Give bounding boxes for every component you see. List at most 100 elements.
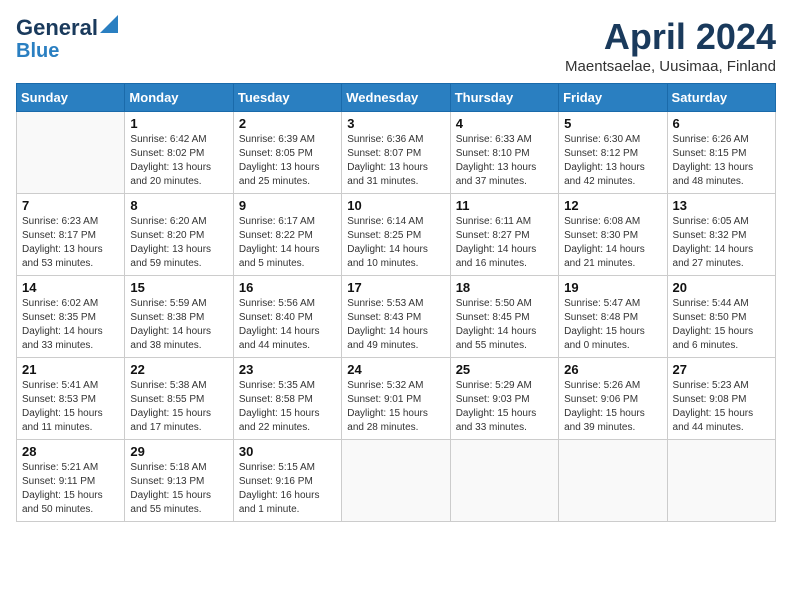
day-info: Sunrise: 6:39 AM Sunset: 8:05 PM Dayligh… [239, 133, 336, 189]
day-info: Sunrise: 6:20 AM Sunset: 8:20 PM Dayligh… [130, 215, 227, 271]
calendar-day-cell: 21 Sunrise: 5:41 AM Sunset: 8:53 PM Dayli… [17, 358, 125, 440]
day-number: 28 [22, 444, 119, 459]
calendar-day-cell: 20 Sunrise: 5:44 AM Sunset: 8:50 PM Dayli… [667, 276, 775, 358]
column-header-thursday: Thursday [450, 84, 558, 112]
calendar-day-cell: 4 Sunrise: 6:33 AM Sunset: 8:10 PM Daylig… [450, 112, 558, 194]
day-number: 29 [130, 444, 227, 459]
column-header-tuesday: Tuesday [233, 84, 341, 112]
calendar-week-row: 28 Sunrise: 5:21 AM Sunset: 9:11 PM Dayli… [17, 440, 776, 522]
day-number: 18 [456, 280, 553, 295]
month-title: April 2024 [565, 16, 776, 58]
day-number: 12 [564, 198, 661, 213]
calendar-day-cell [450, 440, 558, 522]
day-number: 6 [673, 116, 770, 131]
day-info: Sunrise: 5:41 AM Sunset: 8:53 PM Dayligh… [22, 379, 119, 435]
logo-text-blue: Blue [16, 40, 59, 62]
day-info: Sunrise: 5:26 AM Sunset: 9:06 PM Dayligh… [564, 379, 661, 435]
day-number: 21 [22, 362, 119, 377]
day-info: Sunrise: 6:05 AM Sunset: 8:32 PM Dayligh… [673, 215, 770, 271]
calendar-day-cell: 18 Sunrise: 5:50 AM Sunset: 8:45 PM Dayli… [450, 276, 558, 358]
calendar-day-cell: 22 Sunrise: 5:38 AM Sunset: 8:55 PM Dayli… [125, 358, 233, 440]
calendar-week-row: 7 Sunrise: 6:23 AM Sunset: 8:17 PM Daylig… [17, 194, 776, 276]
day-info: Sunrise: 6:30 AM Sunset: 8:12 PM Dayligh… [564, 133, 661, 189]
day-info: Sunrise: 5:29 AM Sunset: 9:03 PM Dayligh… [456, 379, 553, 435]
day-number: 22 [130, 362, 227, 377]
column-header-friday: Friday [559, 84, 667, 112]
day-info: Sunrise: 5:47 AM Sunset: 8:48 PM Dayligh… [564, 297, 661, 353]
calendar-day-cell [342, 440, 450, 522]
day-info: Sunrise: 5:59 AM Sunset: 8:38 PM Dayligh… [130, 297, 227, 353]
calendar-day-cell: 11 Sunrise: 6:11 AM Sunset: 8:27 PM Dayli… [450, 194, 558, 276]
calendar-day-cell: 27 Sunrise: 5:23 AM Sunset: 9:08 PM Dayli… [667, 358, 775, 440]
calendar-day-cell: 14 Sunrise: 6:02 AM Sunset: 8:35 PM Dayli… [17, 276, 125, 358]
calendar-day-cell: 12 Sunrise: 6:08 AM Sunset: 8:30 PM Dayli… [559, 194, 667, 276]
calendar-day-cell [559, 440, 667, 522]
calendar-day-cell: 25Sunrise: 5:29 AM Sunset: 9:03 PM Dayli… [450, 358, 558, 440]
day-info: Sunrise: 5:35 AM Sunset: 8:58 PM Dayligh… [239, 379, 336, 435]
logo: General Blue [16, 16, 118, 62]
calendar-day-cell [667, 440, 775, 522]
day-number: 14 [22, 280, 119, 295]
day-number: 16 [239, 280, 336, 295]
calendar-week-row: 14 Sunrise: 6:02 AM Sunset: 8:35 PM Dayli… [17, 276, 776, 358]
location: Maentsaelae, Uusimaa, Finland [565, 58, 776, 75]
logo-text-general: General [16, 16, 98, 40]
day-info: Sunrise: 5:23 AM Sunset: 9:08 PM Dayligh… [673, 379, 770, 435]
day-info: Sunrise: 6:02 AM Sunset: 8:35 PM Dayligh… [22, 297, 119, 353]
day-info: Sunrise: 5:44 AM Sunset: 8:50 PM Dayligh… [673, 297, 770, 353]
day-info: Sunrise: 6:23 AM Sunset: 8:17 PM Dayligh… [22, 215, 119, 271]
title-area: April 2024 Maentsaelae, Uusimaa, Finland [565, 16, 776, 75]
day-number: 24 [347, 362, 444, 377]
calendar-day-cell: 23Sunrise: 5:35 AM Sunset: 8:58 PM Dayli… [233, 358, 341, 440]
logo-icon [100, 15, 118, 33]
calendar-day-cell: 6 Sunrise: 6:26 AM Sunset: 8:15 PM Daylig… [667, 112, 775, 194]
calendar-day-cell [17, 112, 125, 194]
day-info: Sunrise: 6:33 AM Sunset: 8:10 PM Dayligh… [456, 133, 553, 189]
day-info: Sunrise: 5:15 AM Sunset: 9:16 PM Dayligh… [239, 461, 336, 517]
calendar-day-cell: 26 Sunrise: 5:26 AM Sunset: 9:06 PM Dayli… [559, 358, 667, 440]
day-number: 1 [130, 116, 227, 131]
calendar-day-cell: 30Sunrise: 5:15 AM Sunset: 9:16 PM Dayli… [233, 440, 341, 522]
day-number: 11 [456, 198, 553, 213]
column-header-monday: Monday [125, 84, 233, 112]
day-info: Sunrise: 6:42 AM Sunset: 8:02 PM Dayligh… [130, 133, 227, 189]
calendar-day-cell: 3 Sunrise: 6:36 AM Sunset: 8:07 PM Daylig… [342, 112, 450, 194]
day-info: Sunrise: 5:50 AM Sunset: 8:45 PM Dayligh… [456, 297, 553, 353]
day-number: 13 [673, 198, 770, 213]
day-number: 4 [456, 116, 553, 131]
day-number: 19 [564, 280, 661, 295]
calendar-day-cell: 29 Sunrise: 5:18 AM Sunset: 9:13 PM Dayli… [125, 440, 233, 522]
day-info: Sunrise: 6:26 AM Sunset: 8:15 PM Dayligh… [673, 133, 770, 189]
day-info: Sunrise: 5:32 AM Sunset: 9:01 PM Dayligh… [347, 379, 444, 435]
calendar-day-cell: 8Sunrise: 6:20 AM Sunset: 8:20 PM Daylig… [125, 194, 233, 276]
day-info: Sunrise: 6:36 AM Sunset: 8:07 PM Dayligh… [347, 133, 444, 189]
calendar-day-cell: 7 Sunrise: 6:23 AM Sunset: 8:17 PM Daylig… [17, 194, 125, 276]
day-number: 27 [673, 362, 770, 377]
calendar-day-cell: 1 Sunrise: 6:42 AM Sunset: 8:02 PM Daylig… [125, 112, 233, 194]
day-info: Sunrise: 6:11 AM Sunset: 8:27 PM Dayligh… [456, 215, 553, 271]
calendar-day-cell: 15 Sunrise: 5:59 AM Sunset: 8:38 PM Dayli… [125, 276, 233, 358]
day-number: 20 [673, 280, 770, 295]
day-number: 15 [130, 280, 227, 295]
calendar-day-cell: 17Sunrise: 5:53 AM Sunset: 8:43 PM Dayli… [342, 276, 450, 358]
day-info: Sunrise: 6:08 AM Sunset: 8:30 PM Dayligh… [564, 215, 661, 271]
page-header: General Blue April 2024 Maentsaelae, Uus… [16, 16, 776, 75]
calendar-day-cell: 19 Sunrise: 5:47 AM Sunset: 8:48 PM Dayli… [559, 276, 667, 358]
day-number: 3 [347, 116, 444, 131]
day-info: Sunrise: 6:17 AM Sunset: 8:22 PM Dayligh… [239, 215, 336, 271]
day-info: Sunrise: 5:21 AM Sunset: 9:11 PM Dayligh… [22, 461, 119, 517]
day-info: Sunrise: 5:53 AM Sunset: 8:43 PM Dayligh… [347, 297, 444, 353]
calendar-day-cell: 16 Sunrise: 5:56 AM Sunset: 8:40 PM Dayli… [233, 276, 341, 358]
day-info: Sunrise: 5:38 AM Sunset: 8:55 PM Dayligh… [130, 379, 227, 435]
column-header-sunday: Sunday [17, 84, 125, 112]
calendar-day-cell: 13 Sunrise: 6:05 AM Sunset: 8:32 PM Dayli… [667, 194, 775, 276]
column-header-wednesday: Wednesday [342, 84, 450, 112]
day-number: 7 [22, 198, 119, 213]
day-info: Sunrise: 5:18 AM Sunset: 9:13 PM Dayligh… [130, 461, 227, 517]
column-header-saturday: Saturday [667, 84, 775, 112]
calendar-header-row: SundayMondayTuesdayWednesdayThursdayFrid… [17, 84, 776, 112]
day-number: 26 [564, 362, 661, 377]
day-info: Sunrise: 5:56 AM Sunset: 8:40 PM Dayligh… [239, 297, 336, 353]
calendar-day-cell: 28 Sunrise: 5:21 AM Sunset: 9:11 PM Dayli… [17, 440, 125, 522]
day-number: 5 [564, 116, 661, 131]
